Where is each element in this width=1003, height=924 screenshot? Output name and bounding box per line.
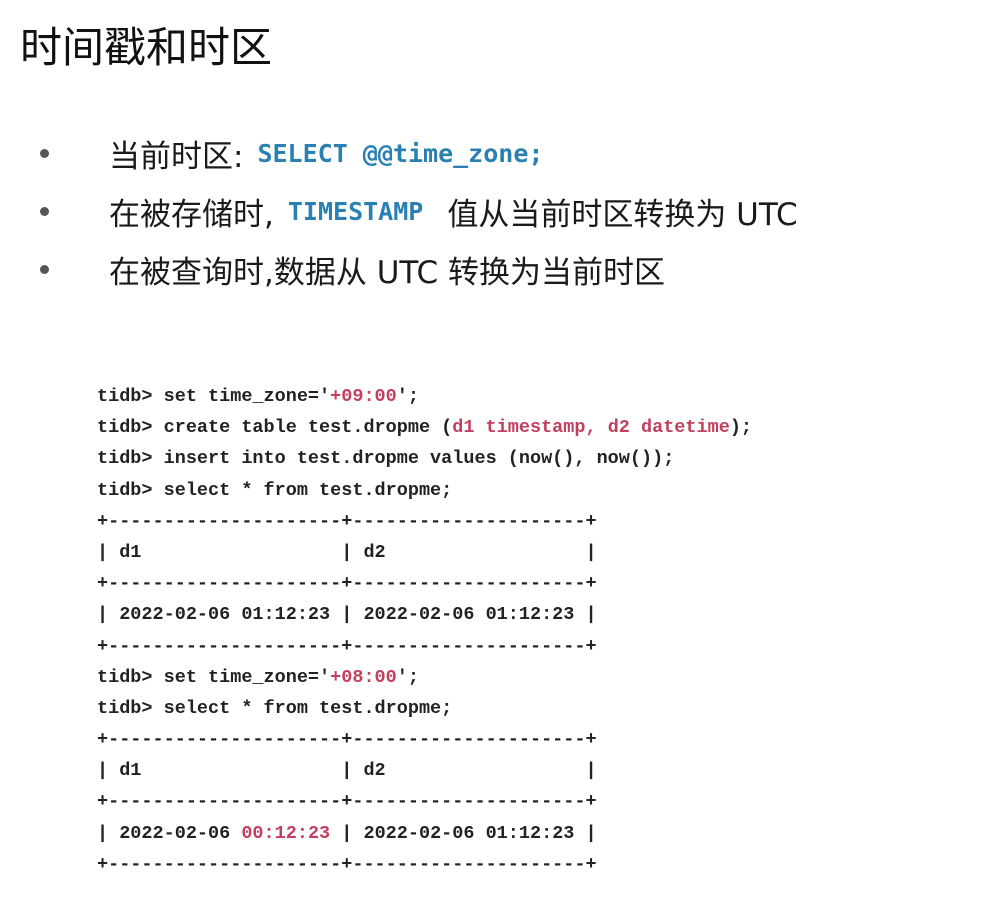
code-line: +---------------------+-----------------… — [97, 786, 752, 817]
bullet-code: TIMESTAMP — [287, 196, 424, 226]
bullet-text: 当前时区: — [109, 138, 244, 175]
bullet-text-after: 值从当前时区转换为 UTC — [447, 196, 798, 233]
page-title: 时间戳和时区 — [20, 23, 273, 72]
code-line: tidb> set time_zone='+09:00'; — [97, 381, 752, 412]
code-text: tidb> select * from test.dropme; — [97, 697, 453, 719]
code-highlight: +09:00 — [330, 386, 397, 407]
bullet-item: 当前时区: SELECT @@time_zone; — [40, 123, 543, 183]
bullet-code: SELECT @@time_zone; — [257, 138, 544, 168]
code-text: +---------------------+-----------------… — [97, 635, 597, 657]
code-line: | d1 | d2 | — [97, 755, 752, 786]
code-highlight: +08:00 — [330, 666, 397, 688]
code-line: | 2022-02-06 00:12:23 | 2022-02-06 01:12… — [97, 818, 752, 849]
bullet-item: 在被查询时,数据从 UTC 转换为当前时区 — [40, 239, 665, 299]
code-highlight: d1 timestamp, d2 datetime — [452, 417, 730, 439]
code-text: ); — [729, 417, 753, 439]
code-text: | 2022-02-06 01:12:23 | 2022-02-06 01:12… — [97, 604, 597, 626]
code-text: +---------------------+-----------------… — [97, 573, 597, 595]
code-highlight: 00:12:23 — [241, 822, 331, 844]
code-line: tidb> select * from test.dropme; — [97, 693, 752, 724]
code-line: tidb> create table test.dropme (d1 times… — [97, 412, 752, 443]
code-line: +---------------------+-----------------… — [97, 568, 752, 599]
code-text: | 2022-02-06 01:12:23 | — [330, 822, 597, 844]
code-text: '; — [396, 666, 419, 688]
code-text: tidb> insert into test.dropme values (no… — [97, 448, 675, 470]
code-line: tidb> insert into test.dropme values (no… — [97, 443, 752, 474]
bullet-text: 在被存储时, — [109, 196, 274, 233]
code-text: +---------------------+-----------------… — [97, 853, 597, 875]
code-line: tidb> set time_zone='+08:00'; — [97, 662, 752, 693]
bullet-dot — [40, 206, 49, 216]
code-line: tidb> select * from test.dropme; — [97, 475, 752, 506]
code-text: | 2022-02-06 — [97, 822, 242, 844]
code-text: tidb> set time_zone=' — [97, 386, 331, 407]
code-text: | d1 | d2 | — [97, 760, 597, 782]
code-block: tidb> set time_zone='+09:00'; tidb> creat… — [97, 381, 752, 880]
code-text: tidb> set time_zone=' — [97, 666, 331, 688]
code-text: +---------------------+-----------------… — [97, 791, 597, 813]
bullet-dot — [40, 264, 49, 274]
code-text: '; — [396, 386, 419, 407]
code-line: +---------------------+-----------------… — [97, 724, 752, 755]
bullet-text: 在被查询时,数据从 UTC 转换为当前时区 — [109, 254, 666, 291]
bullet-dot — [40, 148, 49, 158]
code-text: tidb> select * from test.dropme; — [97, 479, 453, 501]
code-line: +---------------------+-----------------… — [97, 506, 752, 537]
bullet-item: 在被存储时, TIMESTAMP 值从当前时区转换为 UTC — [40, 181, 798, 241]
code-text: | d1 | d2 | — [97, 541, 597, 563]
code-line: | d1 | d2 | — [97, 537, 752, 568]
code-text: +---------------------+-----------------… — [97, 729, 597, 751]
code-text: +---------------------+-----------------… — [97, 510, 597, 532]
code-text: tidb> create table test.dropme ( — [97, 417, 453, 439]
code-line: | 2022-02-06 01:12:23 | 2022-02-06 01:12… — [97, 599, 752, 630]
code-line: +---------------------+-----------------… — [97, 631, 752, 662]
code-line: +---------------------+-----------------… — [97, 849, 752, 880]
